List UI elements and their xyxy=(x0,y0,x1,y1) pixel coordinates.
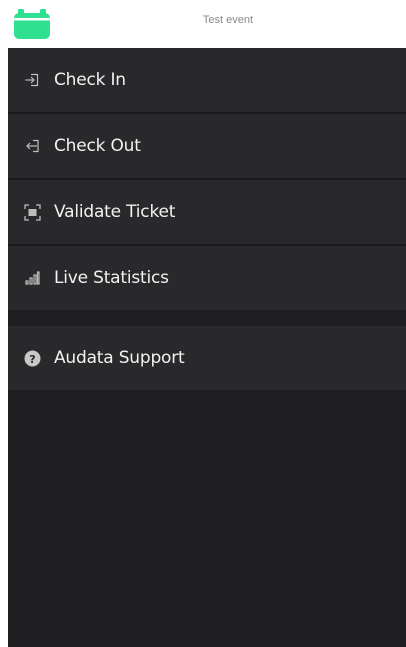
menu-item-label: Check In xyxy=(54,70,126,90)
scan-icon xyxy=(23,203,41,221)
svg-text:?: ? xyxy=(29,352,35,365)
app-header: Test event xyxy=(0,0,406,48)
navigation-drawer: Check In Check Out Validate Ticket Live … xyxy=(8,48,406,647)
menu-item-live-statistics[interactable]: Live Statistics xyxy=(8,246,406,310)
menu-item-validate-ticket[interactable]: Validate Ticket xyxy=(8,180,406,244)
check-in-icon xyxy=(23,71,41,89)
menu-item-label: Check Out xyxy=(54,136,141,156)
bar-chart-icon xyxy=(23,269,41,287)
calendar-icon[interactable] xyxy=(14,9,50,39)
menu-item-check-out[interactable]: Check Out xyxy=(8,114,406,178)
section-gap xyxy=(8,310,406,326)
menu-item-label: Validate Ticket xyxy=(54,202,176,222)
menu-item-label: Live Statistics xyxy=(54,268,169,288)
menu-item-check-in[interactable]: Check In xyxy=(8,48,406,112)
menu-item-audata-support[interactable]: ? Audata Support xyxy=(8,326,406,390)
menu-item-label: Audata Support xyxy=(54,348,185,368)
event-title: Test event xyxy=(202,14,254,26)
check-out-icon xyxy=(23,137,41,155)
help-icon: ? xyxy=(23,349,41,367)
